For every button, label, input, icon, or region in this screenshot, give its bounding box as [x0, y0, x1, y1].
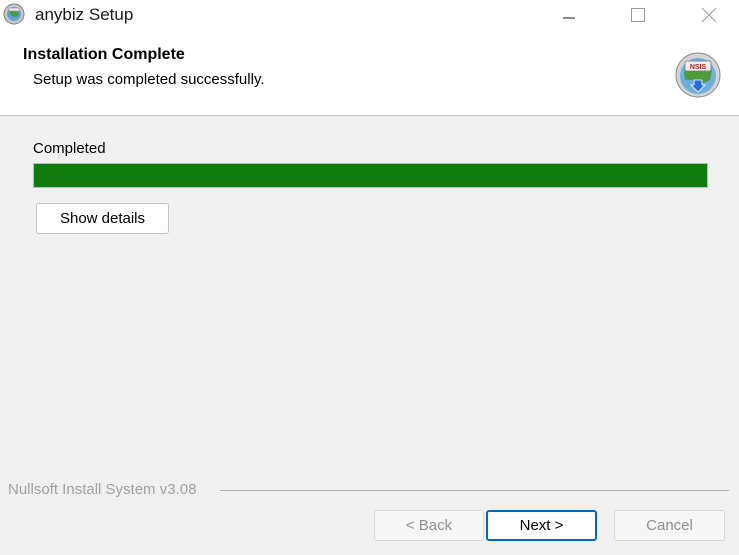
page-subtitle: Setup was completed successfully.	[33, 71, 265, 88]
nsis-logo-icon: NSIS	[675, 52, 721, 98]
close-button[interactable]	[686, 0, 732, 30]
svg-text:NSIS: NSIS	[690, 64, 707, 71]
page-title: Installation Complete	[23, 46, 185, 63]
show-details-button[interactable]: Show details	[36, 203, 169, 234]
wizard-header: Installation Complete Setup was complete…	[0, 32, 739, 116]
title-bar: anybiz Setup	[0, 0, 739, 32]
minimize-icon	[563, 17, 575, 19]
back-button[interactable]: < Back	[374, 510, 484, 541]
progress-bar	[33, 163, 708, 188]
footer-divider	[220, 490, 729, 491]
progress-status-label: Completed	[33, 140, 106, 157]
nsis-branding-text: Nullsoft Install System v3.08	[8, 481, 197, 498]
progress-bar-fill	[34, 164, 707, 187]
minimize-button[interactable]	[546, 0, 592, 30]
cancel-button[interactable]: Cancel	[614, 510, 725, 541]
next-button[interactable]: Next >	[486, 510, 597, 541]
maximize-icon	[631, 8, 645, 22]
window-title: anybiz Setup	[35, 5, 134, 24]
close-icon	[701, 7, 717, 23]
installer-globe-icon	[3, 3, 25, 25]
maximize-button[interactable]	[615, 0, 661, 30]
